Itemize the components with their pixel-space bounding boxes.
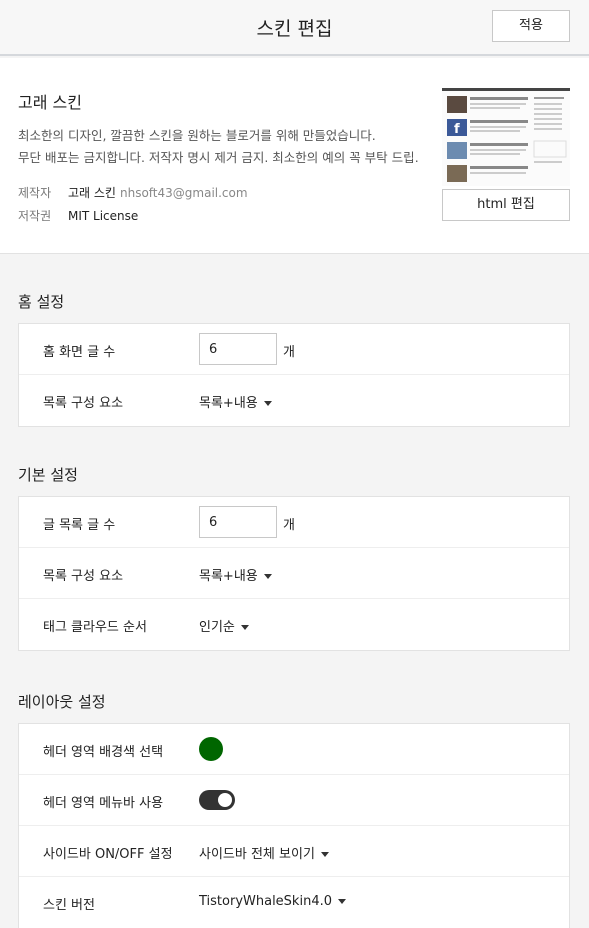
skin-preview-image: f [442,91,570,186]
skin-version-value: TistoryWhaleSkin4.0 [199,894,332,909]
skin-description-line-2: 무단 배포는 금지합니다. 저작자 명시 제거 금지. 최소한의 예의 꼭 부탁… [18,150,418,165]
apply-button[interactable]: 적용 [492,10,570,42]
layout-settings-title: 레이아웃 설정 [18,693,106,711]
home-list-component-label: 목록 구성 요소 [43,396,124,411]
basic-list-component-value: 목록+내용 [199,569,258,584]
home-list-component-select[interactable]: 목록+내용 [199,392,272,411]
home-post-count-label: 홈 화면 글 수 [43,345,116,360]
header-bg-color-label: 헤더 영역 배경색 선택 [43,745,164,760]
author-row: 제작자 고래 스킨 nhsoft43@gmail.com [18,184,248,201]
author-key: 제작자 [18,186,52,200]
home-post-count-row: 홈 화면 글 수 개 [19,324,569,375]
caret-down-icon [263,574,272,579]
sidebar-setting-row: 사이드바 ON/OFF 설정 사이드바 전체 보이기 [19,826,569,877]
author-name: 고래 스킨 [68,186,116,200]
sidebar-setting-select[interactable]: 사이드바 전체 보이기 [199,843,329,862]
skin-version-label: 스킨 버전 [43,898,95,913]
home-post-count-input[interactable] [199,333,277,365]
header-bg-color-row: 헤더 영역 배경색 선택 [19,724,569,775]
skin-version-row: 스킨 버전 TistoryWhaleSkin4.0 [19,877,569,928]
basic-post-count-unit: 개 [283,518,295,533]
header-menubar-toggle[interactable] [199,790,235,810]
header-bg-color-swatch[interactable] [199,737,223,761]
sidebar-setting-value: 사이드바 전체 보이기 [199,847,315,862]
html-edit-button[interactable]: html 편집 [442,189,570,221]
skin-description-line-1: 최소한의 디자인, 깔끔한 스킨을 원하는 블로거를 위해 만들었습니다. [18,128,376,143]
header-menubar-label: 헤더 영역 메뉴바 사용 [43,796,164,811]
skin-description: 최소한의 디자인, 깔끔한 스킨을 원하는 블로거를 위해 만들었습니다. 무단… [18,125,418,169]
home-list-component-row: 목록 구성 요소 목록+내용 [19,375,569,426]
caret-down-icon [320,852,329,857]
skin-name: 고래 스킨 [18,93,82,112]
svg-text:f: f [454,122,460,137]
toggle-knob [218,793,232,807]
basic-list-component-row: 목록 구성 요소 목록+내용 [19,548,569,599]
sidebar-setting-label: 사이드바 ON/OFF 설정 [43,847,173,862]
layout-settings-panel: 헤더 영역 배경색 선택 헤더 영역 메뉴바 사용 사이드바 ON/OFF 설정… [18,723,570,928]
home-list-component-value: 목록+내용 [199,396,258,411]
header-menubar-row: 헤더 영역 메뉴바 사용 [19,775,569,826]
caret-down-icon [263,401,272,406]
caret-down-icon [240,625,249,630]
home-settings-panel: 홈 화면 글 수 개 목록 구성 요소 목록+내용 [18,323,570,427]
caret-down-icon [338,899,346,904]
home-post-count-unit: 개 [283,345,295,360]
tag-cloud-order-value: 인기순 [199,620,235,635]
tag-cloud-order-label: 태그 클라우드 순서 [43,620,147,635]
home-settings-title: 홈 설정 [18,293,65,311]
license-row: 저작권 MIT License [18,207,138,224]
basic-list-component-label: 목록 구성 요소 [43,569,124,584]
license-key: 저작권 [18,209,52,223]
skin-info-card: 고래 스킨 최소한의 디자인, 깔끔한 스킨을 원하는 블로거를 위해 만들었습… [0,58,589,254]
tag-cloud-order-row: 태그 클라우드 순서 인기순 [19,599,569,650]
basic-settings-panel: 글 목록 글 수 개 목록 구성 요소 목록+내용 태그 클라우드 순서 인기순 [18,496,570,651]
author-email: nhsoft43@gmail.com [119,186,248,200]
basic-list-component-select[interactable]: 목록+내용 [199,565,272,584]
tag-cloud-order-select[interactable]: 인기순 [199,616,249,635]
skin-version-select[interactable]: TistoryWhaleSkin4.0 [199,894,346,909]
basic-post-count-label: 글 목록 글 수 [43,518,116,533]
skin-preview-thumbnail[interactable]: f [442,88,570,186]
basic-settings-title: 기본 설정 [18,466,78,484]
top-bar: 스킨 편집 적용 [0,0,589,56]
basic-post-count-row: 글 목록 글 수 개 [19,497,569,548]
basic-post-count-input[interactable] [199,506,277,538]
license-value: MIT License [68,209,139,223]
